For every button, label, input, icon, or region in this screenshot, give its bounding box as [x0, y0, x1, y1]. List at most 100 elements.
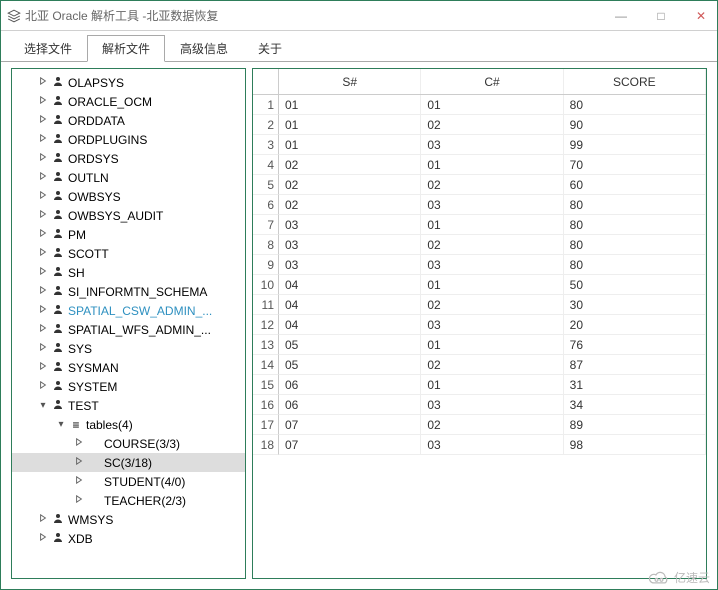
table-row[interactable]: 13050176: [253, 335, 706, 355]
table-row[interactable]: 15060131: [253, 375, 706, 395]
table-row[interactable]: 2010290: [253, 115, 706, 135]
grid-cell[interactable]: 87: [564, 355, 706, 375]
expand-icon[interactable]: [36, 134, 50, 145]
grid-cell[interactable]: 02: [421, 415, 563, 435]
grid-cell[interactable]: 01: [421, 335, 563, 355]
grid-cell[interactable]: 03: [279, 215, 421, 235]
grid-col-header[interactable]: SCORE: [564, 69, 706, 94]
expand-icon[interactable]: [36, 153, 50, 164]
expand-icon[interactable]: [36, 343, 50, 354]
tree-item[interactable]: OWBSYS_AUDIT: [12, 206, 245, 225]
expand-icon[interactable]: [36, 267, 50, 278]
expand-icon[interactable]: [36, 172, 50, 183]
tree-item[interactable]: OLAPSYS: [12, 73, 245, 92]
grid-cell[interactable]: 05: [279, 355, 421, 375]
grid-cell[interactable]: 34: [564, 395, 706, 415]
expand-icon[interactable]: ▾: [54, 419, 68, 430]
table-row[interactable]: 18070398: [253, 435, 706, 455]
grid-cell[interactable]: 01: [421, 215, 563, 235]
maximize-button[interactable]: □: [651, 9, 671, 23]
table-row[interactable]: 8030280: [253, 235, 706, 255]
grid-cell[interactable]: 04: [279, 275, 421, 295]
table-row[interactable]: 17070289: [253, 415, 706, 435]
table-row[interactable]: 1010180: [253, 95, 706, 115]
grid-cell[interactable]: 80: [564, 215, 706, 235]
grid-cell[interactable]: 80: [564, 235, 706, 255]
grid-cell[interactable]: 01: [279, 135, 421, 155]
tree-item[interactable]: ORACLE_OCM: [12, 92, 245, 111]
grid-cell[interactable]: 03: [279, 235, 421, 255]
tree-item[interactable]: OWBSYS: [12, 187, 245, 206]
table-row[interactable]: 12040320: [253, 315, 706, 335]
tree-item[interactable]: WMSYS: [12, 510, 245, 529]
grid-cell[interactable]: 70: [564, 155, 706, 175]
grid-cell[interactable]: 80: [564, 95, 706, 115]
grid-cell[interactable]: 90: [564, 115, 706, 135]
grid-cell[interactable]: 02: [421, 355, 563, 375]
grid-cell[interactable]: 31: [564, 375, 706, 395]
tab-2[interactable]: 高级信息: [165, 35, 243, 61]
grid-cell[interactable]: 07: [279, 415, 421, 435]
grid-cell[interactable]: 76: [564, 335, 706, 355]
tree-item[interactable]: SI_INFORMTN_SCHEMA: [12, 282, 245, 301]
tree-item[interactable]: SPATIAL_WFS_ADMIN_...: [12, 320, 245, 339]
grid-cell[interactable]: 03: [421, 395, 563, 415]
tree-item[interactable]: COURSE(3/3): [12, 434, 245, 453]
grid-cell[interactable]: 30: [564, 295, 706, 315]
grid-cell[interactable]: 03: [421, 435, 563, 455]
grid-cell[interactable]: 89: [564, 415, 706, 435]
expand-icon[interactable]: [36, 305, 50, 316]
grid-body[interactable]: 1010180201029030103994020170502026060203…: [253, 95, 706, 578]
tree-item[interactable]: TEACHER(2/3): [12, 491, 245, 510]
grid-cell[interactable]: 02: [421, 175, 563, 195]
table-row[interactable]: 14050287: [253, 355, 706, 375]
expand-icon[interactable]: [72, 457, 86, 468]
grid-cell[interactable]: 07: [279, 435, 421, 455]
grid-cell[interactable]: 04: [279, 295, 421, 315]
expand-icon[interactable]: [36, 210, 50, 221]
table-row[interactable]: 7030180: [253, 215, 706, 235]
tree-item[interactable]: SYSTEM: [12, 377, 245, 396]
expand-icon[interactable]: [36, 533, 50, 544]
grid-col-header[interactable]: C#: [421, 69, 563, 94]
grid-cell[interactable]: 01: [421, 155, 563, 175]
table-row[interactable]: 3010399: [253, 135, 706, 155]
tree-item[interactable]: PM: [12, 225, 245, 244]
grid-cell[interactable]: 02: [279, 195, 421, 215]
tree-item[interactable]: ▾≡tables(4): [12, 415, 245, 434]
expand-icon[interactable]: [36, 96, 50, 107]
titlebar[interactable]: 北亚 Oracle 解析工具 -北亚数据恢复 — □ ✕: [1, 1, 717, 31]
grid-cell[interactable]: 02: [421, 115, 563, 135]
grid-cell[interactable]: 01: [279, 115, 421, 135]
table-row[interactable]: 11040230: [253, 295, 706, 315]
grid-cell[interactable]: 03: [421, 195, 563, 215]
grid-cell[interactable]: 02: [421, 235, 563, 255]
grid-cell[interactable]: 02: [279, 155, 421, 175]
grid-cell[interactable]: 03: [421, 255, 563, 275]
expand-icon[interactable]: [72, 438, 86, 449]
expand-icon[interactable]: [36, 248, 50, 259]
expand-icon[interactable]: [36, 191, 50, 202]
expand-icon[interactable]: [36, 77, 50, 88]
grid-cell[interactable]: 50: [564, 275, 706, 295]
grid-cell[interactable]: 01: [421, 275, 563, 295]
expand-icon[interactable]: [36, 115, 50, 126]
grid-cell[interactable]: 03: [421, 135, 563, 155]
grid-cell[interactable]: 98: [564, 435, 706, 455]
expand-icon[interactable]: [36, 286, 50, 297]
grid-cell[interactable]: 05: [279, 335, 421, 355]
expand-icon[interactable]: [72, 476, 86, 487]
tab-0[interactable]: 选择文件: [9, 35, 87, 61]
table-row[interactable]: 9030380: [253, 255, 706, 275]
grid-cell[interactable]: 06: [279, 375, 421, 395]
grid-cell[interactable]: 02: [421, 295, 563, 315]
table-row[interactable]: 4020170: [253, 155, 706, 175]
tree-item[interactable]: XDB: [12, 529, 245, 548]
tree-item[interactable]: ORDDATA: [12, 111, 245, 130]
tree-item[interactable]: SYSMAN: [12, 358, 245, 377]
grid-cell[interactable]: 02: [279, 175, 421, 195]
table-row[interactable]: 16060334: [253, 395, 706, 415]
tab-3[interactable]: 关于: [243, 35, 297, 61]
tree-item[interactable]: SPATIAL_CSW_ADMIN_...: [12, 301, 245, 320]
tree-item[interactable]: STUDENT(4/0): [12, 472, 245, 491]
